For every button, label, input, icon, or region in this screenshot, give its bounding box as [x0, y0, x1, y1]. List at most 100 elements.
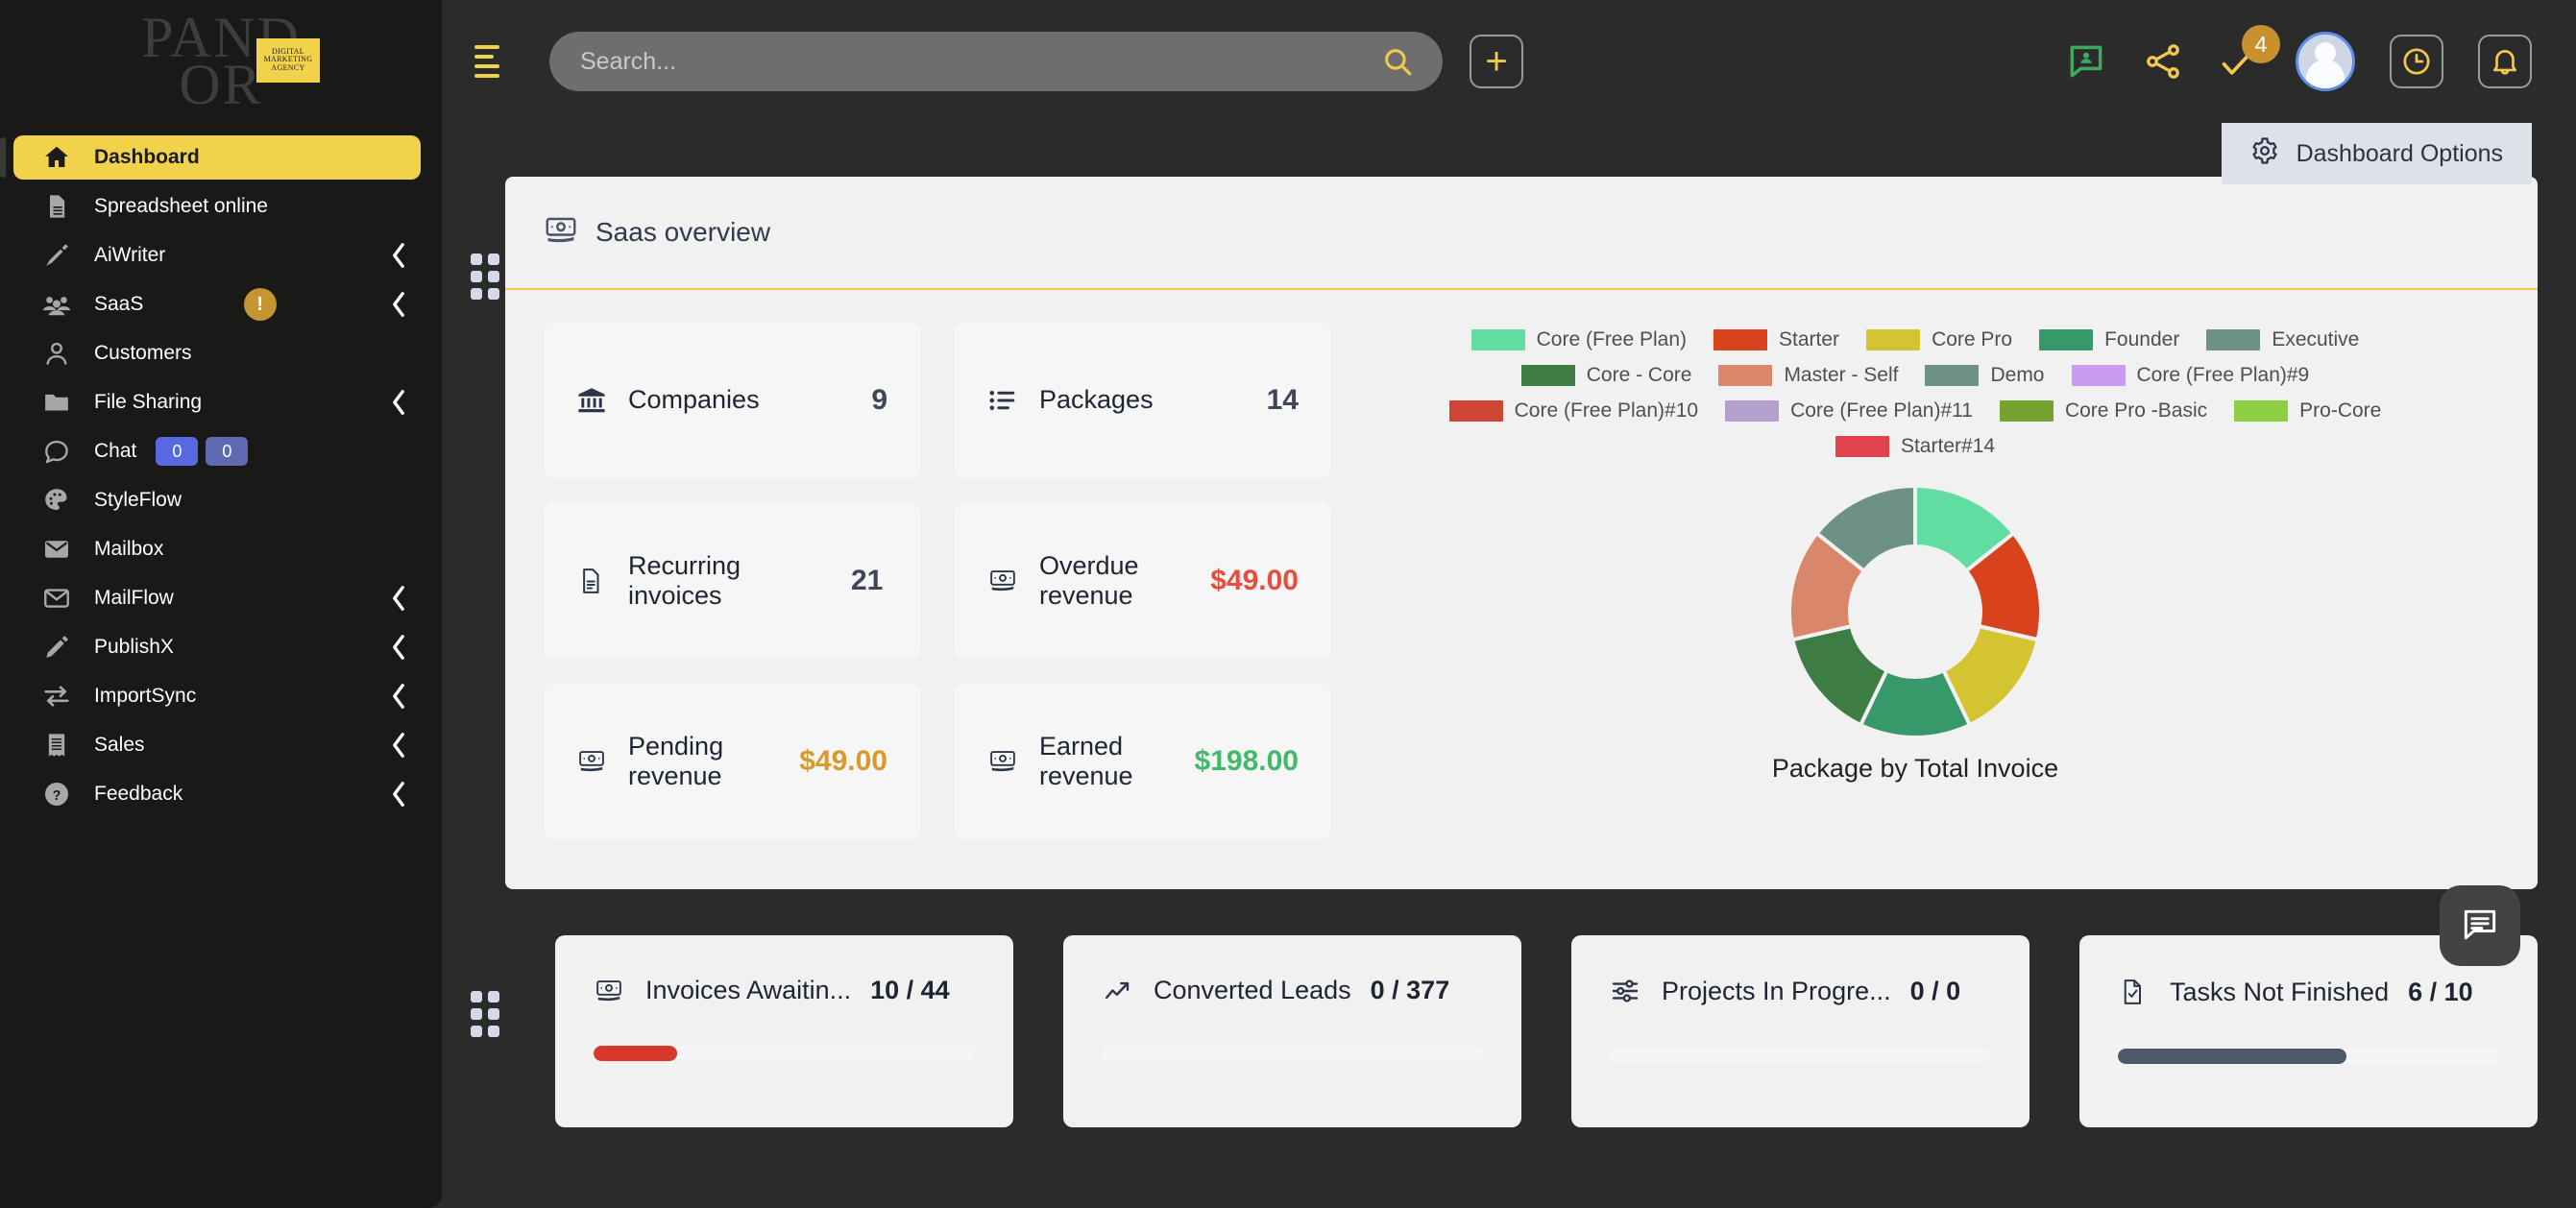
- task-check-icon: [2118, 976, 2151, 1008]
- sidebar-item-mailbox[interactable]: Mailbox: [13, 527, 421, 571]
- chat-badge-total[interactable]: 0: [206, 437, 249, 466]
- donut-chart-title: Package by Total Invoice: [1771, 754, 2059, 783]
- share-icon[interactable]: [2142, 40, 2184, 83]
- stat-tile-label: Overdue revenue: [1039, 550, 1139, 610]
- kpi-card-value: 10 / 44: [870, 976, 950, 1004]
- chevron-left-icon[interactable]: [390, 683, 407, 710]
- sidebar-item-spreadsheet-online[interactable]: Spreadsheet online: [13, 184, 421, 229]
- kpi-card[interactable]: Converted Leads 0 / 377: [1063, 935, 1521, 1127]
- search-bar[interactable]: [549, 32, 1443, 91]
- chat-badge-unread[interactable]: 0: [156, 437, 199, 466]
- legend-item[interactable]: Core (Free Plan)#9: [2071, 364, 2309, 387]
- document-icon: [40, 192, 73, 221]
- chevron-left-icon[interactable]: [390, 732, 407, 759]
- legend-item[interactable]: Starter: [1713, 328, 1839, 351]
- chevron-left-icon[interactable]: [390, 634, 407, 661]
- legend-item[interactable]: Core (Free Plan)#10: [1448, 399, 1698, 423]
- sidebar-item-importsync[interactable]: ImportSync: [13, 674, 421, 718]
- sidebar-item-sales[interactable]: Sales: [13, 723, 421, 767]
- legend-item[interactable]: Core Pro -Basic: [1999, 399, 2207, 423]
- legend-row: Core (Free Plan)#10 Core (Free Plan)#11 Co…: [1436, 399, 2395, 423]
- sidebar-item-chat[interactable]: Chat 0 0: [13, 429, 421, 473]
- legend-item[interactable]: Pro-Core: [2234, 399, 2381, 423]
- support-chat-icon[interactable]: [2065, 40, 2107, 83]
- avatar[interactable]: [2296, 32, 2355, 91]
- stat-tile[interactable]: Earned revenue $198.00: [955, 684, 1331, 839]
- sidebar-item-mailflow[interactable]: MailFlow: [13, 576, 421, 620]
- legend-item[interactable]: Starter#14: [1835, 435, 1995, 458]
- sidebar-item-file-sharing[interactable]: File Sharing: [13, 380, 421, 424]
- floating-chat-button[interactable]: [2440, 885, 2520, 966]
- kpi-card-header: Converted Leads 0 / 377: [1102, 976, 1483, 1005]
- brand-logo[interactable]: PAND OR DIGITAL MARKETING AGENCY: [0, 0, 442, 123]
- mail-outline-icon: [40, 584, 73, 613]
- brand-line-2: OR: [179, 53, 263, 116]
- kpi-card-label: Invoices Awaitin...: [645, 976, 852, 1004]
- chevron-left-icon[interactable]: [390, 781, 407, 808]
- widget-drag-handle[interactable]: [471, 254, 505, 300]
- sidebar-item-publishx[interactable]: PublishX: [13, 625, 421, 669]
- legend-item[interactable]: Founder: [2039, 328, 2179, 351]
- dashboard-options-button[interactable]: Dashboard Options: [2221, 123, 2532, 184]
- sidebar-item-saas[interactable]: SaaS!: [13, 282, 421, 326]
- chevron-left-icon[interactable]: [390, 389, 407, 416]
- search-input[interactable]: [580, 47, 1381, 76]
- dashboard-options-label: Dashboard Options: [2296, 139, 2503, 167]
- kpi-progress-bar: [2118, 1049, 2499, 1064]
- recent-activity-button[interactable]: [2390, 35, 2443, 88]
- legend-item[interactable]: Core (Free Plan)#11: [1725, 399, 1973, 423]
- sidebar-item-label: MailFlow: [94, 587, 174, 609]
- legend-item[interactable]: Core Pro: [1866, 328, 2012, 351]
- kpi-row-drag-handle[interactable]: [471, 991, 505, 1037]
- stat-tile-value: $198.00: [1194, 745, 1299, 777]
- stat-tile[interactable]: Pending revenue $49.00: [544, 684, 920, 839]
- saas-stat-tiles: Companies 9 Packages 14 Recurring invoices 21…: [544, 323, 1331, 839]
- stat-tile[interactable]: Packages 14: [955, 323, 1331, 478]
- kpi-card-list: Invoices Awaitin... 10 / 44 Converted Lead…: [555, 935, 2538, 1127]
- legend-label: Pro-Core: [2299, 399, 2382, 422]
- stat-tile[interactable]: Overdue revenue $49.00: [955, 503, 1331, 659]
- legend-label: Core - Core: [1586, 364, 1692, 386]
- legend-swatch: [1835, 436, 1889, 457]
- chevron-left-icon[interactable]: [390, 242, 407, 269]
- chevron-left-icon[interactable]: [390, 585, 407, 612]
- legend-item[interactable]: Core - Core: [1520, 364, 1692, 387]
- bank-icon: [576, 385, 607, 416]
- saas-overview-row: Saas overview Companies 9 Packages 14 Recurr…: [442, 177, 2576, 889]
- saas-overview-body: Companies 9 Packages 14 Recurring invoices 21…: [505, 290, 2538, 889]
- sidebar-item-aiwriter[interactable]: AiWriter: [13, 233, 421, 278]
- invoice-icon: [576, 566, 607, 596]
- sidebar-item-styleflow[interactable]: StyleFlow: [13, 478, 421, 522]
- sidebar-item-customers[interactable]: Customers: [13, 331, 421, 375]
- sidebar-item-label: File Sharing: [94, 391, 203, 413]
- notifications-button[interactable]: [2478, 35, 2532, 88]
- brand-chip-text: DIGITAL MARKETING AGENCY: [263, 46, 313, 72]
- search-icon[interactable]: [1381, 45, 1414, 78]
- legend-item[interactable]: Executive: [2206, 328, 2359, 351]
- tasks-check-icon[interactable]: 4: [2219, 25, 2280, 83]
- sidebar-item-feedback[interactable]: ? Feedback: [13, 772, 421, 816]
- add-new-button[interactable]: +: [1470, 35, 1523, 88]
- legend-item[interactable]: Master - Self: [1718, 364, 1898, 387]
- saas-overview-title: Saas overview: [595, 217, 771, 247]
- legend-label: Core Pro: [1932, 328, 2013, 350]
- sidebar-item-dashboard[interactable]: Dashboard: [0, 135, 421, 180]
- stat-tile-value: 21: [851, 565, 884, 596]
- people-icon: [40, 290, 73, 319]
- chevron-left-icon[interactable]: [390, 291, 407, 318]
- legend-item[interactable]: Core (Free Plan): [1470, 328, 1687, 351]
- pen-nib-icon: [40, 241, 73, 270]
- saas-warning-badge[interactable]: !: [243, 288, 277, 321]
- legend-item[interactable]: Demo: [1925, 364, 2045, 387]
- legend-swatch: [1470, 329, 1525, 350]
- legend-swatch: [1520, 365, 1575, 386]
- kpi-card[interactable]: Invoices Awaitin... 10 / 44: [555, 935, 1013, 1127]
- kpi-card[interactable]: Projects In Progre... 0 / 0: [1571, 935, 2029, 1127]
- topbar-actions: 4: [2065, 25, 2532, 91]
- stat-tile[interactable]: Recurring invoices 21: [544, 503, 920, 659]
- donut-chart[interactable]: [1786, 483, 2044, 740]
- menu-toggle-icon[interactable]: [474, 45, 513, 78]
- add-new-label: +: [1485, 40, 1508, 83]
- home-icon: [40, 143, 73, 172]
- stat-tile[interactable]: Companies 9: [544, 323, 920, 478]
